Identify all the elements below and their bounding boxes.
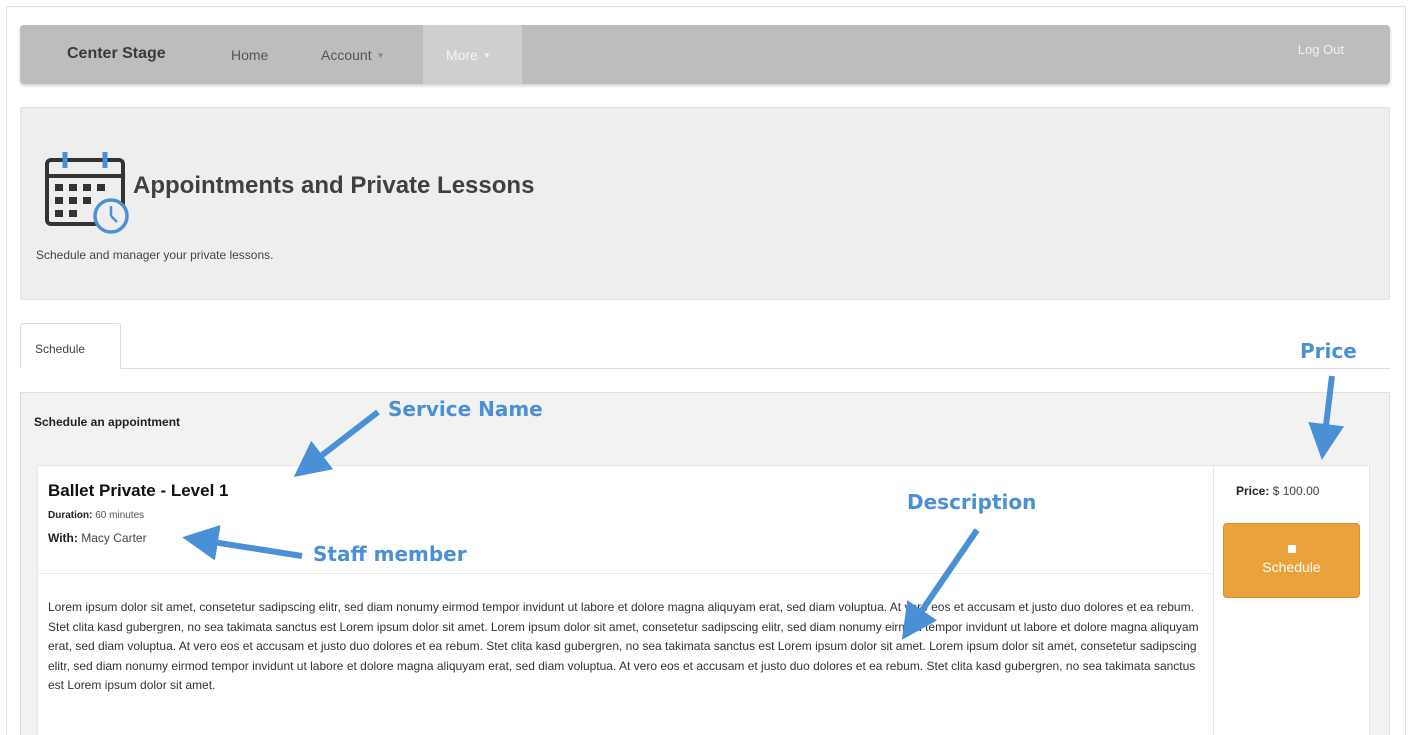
nav-account-label: Account [321,47,372,63]
service-duration: Duration: 60 minutes [48,510,144,521]
price-value: $ 100.00 [1272,484,1320,498]
panel-heading: Schedule an appointment [34,415,181,429]
annotation-service-name: Service Name [388,397,543,421]
service-price: Price: $ 100.00 [1236,484,1319,498]
duration-value: 60 minutes [95,510,145,521]
schedule-button[interactable]: Schedule [1223,523,1360,598]
page-header: Appointments and Private Lessons Schedul… [20,107,1390,300]
page-subtitle: Schedule and manager your private lesson… [36,248,274,262]
annotation-staff-member: Staff member [313,542,467,566]
brand-link[interactable]: Center Stage [67,45,166,63]
annotation-price: Price [1300,339,1357,363]
nav-home-link[interactable]: Home [231,47,268,63]
price-label: Price: [1236,484,1270,498]
schedule-button-label: Schedule [1262,559,1321,575]
calendar-clock-icon [45,152,129,234]
service-staff: With: Macy Carter [48,531,147,545]
top-navbar: Center Stage Home Account ▼ More ▼ Log Out [20,25,1390,84]
service-name: Ballet Private - Level 1 [48,481,229,500]
page-title: Appointments and Private Lessons [133,172,535,199]
tabs-divider [20,368,1390,369]
tab-schedule[interactable]: Schedule [20,323,121,369]
service-description: Lorem ipsum dolor sit amet, consetetur s… [48,600,1199,692]
caret-down-icon: ▼ [482,51,491,60]
service-card: Ballet Private - Level 1 Duration: 60 mi… [37,465,1214,735]
service-side-panel: Price: $ 100.00 Schedule [1214,465,1370,735]
logout-link[interactable]: Log Out [1298,42,1344,57]
staff-name: Macy Carter [81,531,147,545]
nav-more-item: More ▼ [446,47,491,63]
annotation-description: Description [907,490,1037,514]
with-label: With: [48,531,78,545]
duration-label: Duration: [48,510,93,521]
card-divider [38,573,1213,574]
nav-more-dropdown[interactable]: More ▼ [423,25,522,84]
calendar-icon [1287,545,1296,553]
nav-more-label: More [446,47,478,63]
caret-down-icon: ▼ [376,51,385,60]
nav-account-dropdown[interactable]: Account ▼ [321,47,385,63]
